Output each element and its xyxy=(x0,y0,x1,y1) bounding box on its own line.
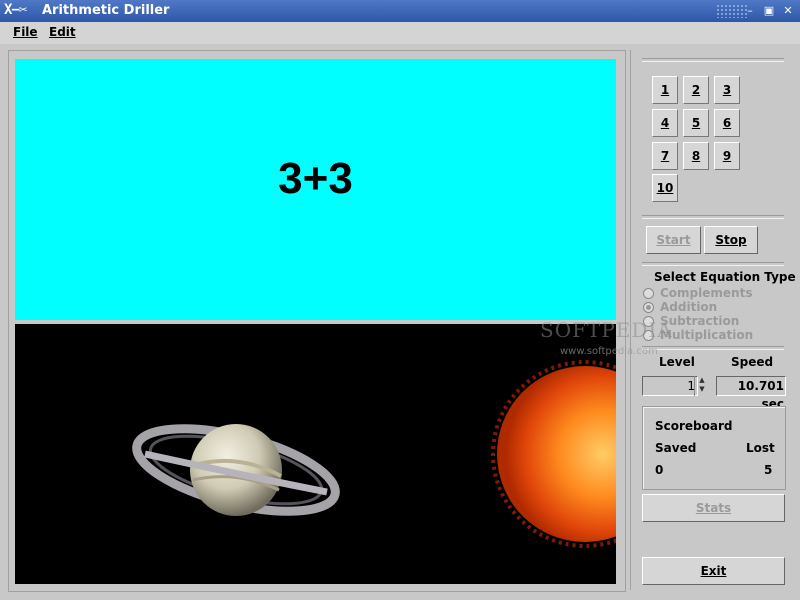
space-scene xyxy=(15,324,616,584)
lost-count: 5 xyxy=(764,463,773,477)
radio-label: Multiplication xyxy=(660,328,754,342)
maximize-icon[interactable]: ▣ xyxy=(761,3,777,19)
number-button-7[interactable]: 7 xyxy=(652,142,678,170)
saved-count: 0 xyxy=(655,463,664,477)
number-button-8[interactable]: 8 xyxy=(683,142,709,170)
start-button[interactable]: Start xyxy=(646,226,701,254)
radio-complements[interactable]: Complements xyxy=(643,286,752,300)
title-bar: X−✂ Arithmetic Driller – ▣ ✕ xyxy=(0,0,800,22)
number-button-2[interactable]: 2 xyxy=(683,76,709,104)
separator xyxy=(642,262,784,266)
radio-addition[interactable]: Addition xyxy=(643,300,717,314)
space-illustration xyxy=(132,360,616,548)
speed-field[interactable]: 10.701 sec xyxy=(716,376,786,411)
saved-label: Saved xyxy=(655,441,697,455)
radio-button-selected[interactable] xyxy=(643,301,654,313)
number-button-10[interactable]: 10 xyxy=(652,174,678,202)
speed-label: Speed xyxy=(731,355,774,369)
number-button-4[interactable]: 4 xyxy=(652,109,678,137)
equation-panel: 3+3 xyxy=(15,59,616,320)
minimize-icon[interactable]: – xyxy=(742,3,758,19)
menu-edit[interactable]: Edit xyxy=(49,25,76,39)
separator xyxy=(642,346,784,350)
stop-button[interactable]: Stop xyxy=(704,226,758,254)
separator xyxy=(642,58,784,62)
window-title: Arithmetic Driller xyxy=(42,3,170,18)
watermark: SOFTPEDIA xyxy=(540,318,673,342)
number-button-3[interactable]: 3 xyxy=(714,76,740,104)
radio-label: Addition xyxy=(660,300,718,314)
level-field[interactable]: 1 xyxy=(642,376,698,396)
scoreboard-title: Scoreboard xyxy=(655,419,733,433)
close-icon[interactable]: ✕ xyxy=(780,3,796,19)
spin-up-icon[interactable]: ▲ xyxy=(695,376,709,385)
saturn-image xyxy=(132,424,340,516)
watermark-url: www.softpedia.com xyxy=(560,346,658,357)
radio-label: Complements xyxy=(660,286,753,300)
menu-bar: File Edit xyxy=(0,22,800,44)
radio-button[interactable] xyxy=(643,287,654,299)
number-button-5[interactable]: 5 xyxy=(683,109,709,137)
spin-down-icon[interactable]: ▼ xyxy=(695,385,709,394)
app-logo-icon: X−✂ xyxy=(4,2,27,18)
equation-type-heading: Select Equation Type xyxy=(654,270,796,284)
exit-button[interactable]: Exit xyxy=(642,557,785,585)
equation-display: 3+3 xyxy=(278,154,353,203)
sun-image xyxy=(491,360,616,548)
separator xyxy=(642,215,784,219)
number-button-1[interactable]: 1 xyxy=(652,76,678,104)
menu-file[interactable]: File xyxy=(13,25,38,39)
number-button-6[interactable]: 6 xyxy=(714,109,740,137)
lost-label: Lost xyxy=(746,441,775,455)
level-label: Level xyxy=(659,355,695,369)
number-button-9[interactable]: 9 xyxy=(714,142,740,170)
level-spinner[interactable]: ▲ ▼ xyxy=(694,376,709,396)
stats-button[interactable]: Stats xyxy=(642,494,785,522)
